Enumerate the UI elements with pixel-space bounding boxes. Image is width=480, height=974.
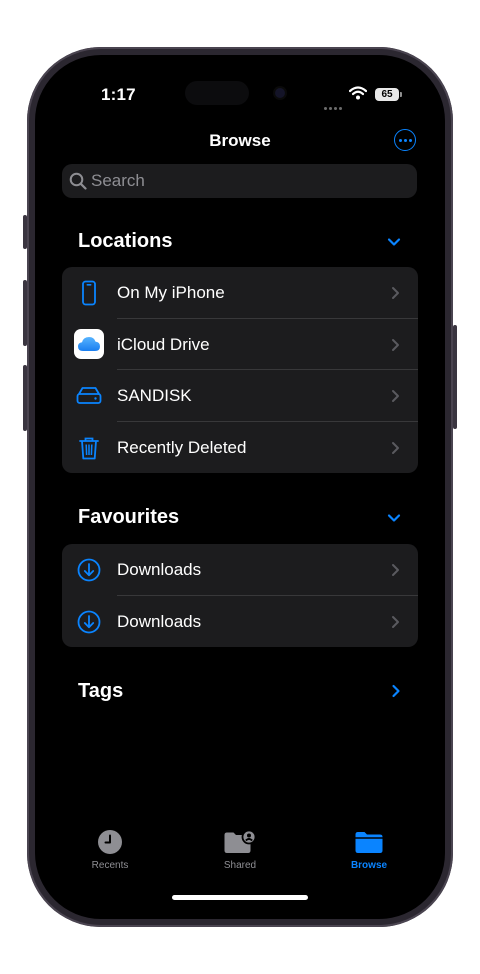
power-button bbox=[453, 325, 457, 429]
tab-browse[interactable]: Browse bbox=[314, 828, 424, 871]
screen: 1:17 65 Browse Locations bbox=[35, 55, 445, 919]
chevron-right-icon bbox=[392, 390, 399, 402]
tab-recents[interactable]: Recents bbox=[55, 828, 165, 871]
search-input[interactable] bbox=[91, 164, 391, 198]
location-icloud-drive[interactable]: iCloud Drive bbox=[62, 319, 418, 370]
iphone-icon bbox=[75, 279, 103, 307]
favourites-list: Downloads Downloads bbox=[62, 544, 418, 647]
tab-label: Browse bbox=[350, 860, 388, 871]
location-label: Recently Deleted bbox=[117, 437, 247, 457]
location-on-my-iphone[interactable]: On My iPhone bbox=[62, 267, 418, 319]
chevron-right-icon bbox=[392, 615, 399, 628]
favourite-downloads[interactable]: Downloads bbox=[62, 596, 418, 648]
clock-icon bbox=[55, 828, 165, 856]
tab-label: Shared bbox=[223, 860, 257, 871]
chevron-down-icon[interactable] bbox=[387, 513, 401, 523]
chevron-right-icon bbox=[392, 338, 399, 351]
search-bar[interactable] bbox=[62, 164, 417, 198]
locations-header[interactable]: Locations bbox=[78, 230, 172, 253]
battery-icon: 65 bbox=[375, 88, 399, 101]
volume-up-button bbox=[23, 280, 27, 346]
status-bar: 1:17 65 bbox=[35, 55, 445, 115]
tab-shared[interactable]: Shared bbox=[185, 828, 295, 871]
cellular-signal-icon bbox=[324, 97, 344, 115]
chevron-right-icon bbox=[392, 564, 399, 576]
trash-icon bbox=[75, 434, 103, 462]
dynamic-island bbox=[185, 81, 249, 105]
favourites-header[interactable]: Favourites bbox=[78, 506, 179, 529]
chevron-right-icon[interactable] bbox=[391, 684, 401, 698]
tags-header[interactable]: Tags bbox=[78, 680, 123, 703]
volume-down-button bbox=[23, 365, 27, 431]
location-label: On My iPhone bbox=[117, 283, 225, 302]
favourite-label: Downloads bbox=[117, 560, 202, 579]
camera-icon bbox=[275, 88, 285, 98]
location-recently-deleted[interactable]: Recently Deleted bbox=[62, 422, 418, 474]
wifi-icon bbox=[349, 86, 367, 100]
status-time: 1:17 bbox=[101, 85, 136, 104]
search-icon bbox=[69, 172, 87, 190]
chevron-down-icon[interactable] bbox=[387, 237, 401, 247]
home-indicator[interactable] bbox=[172, 895, 308, 900]
more-options-button[interactable] bbox=[394, 129, 416, 151]
action-button bbox=[23, 215, 27, 249]
page-title: Browse bbox=[209, 131, 271, 150]
location-label: SANDISK bbox=[117, 386, 192, 405]
shared-folder-icon bbox=[185, 828, 295, 856]
location-sandisk[interactable]: SANDISK bbox=[62, 370, 418, 422]
chevron-right-icon bbox=[392, 441, 399, 454]
battery-tip bbox=[400, 92, 402, 97]
tab-bar: Recents Shared Browse bbox=[35, 828, 445, 888]
tab-label: Recents bbox=[91, 860, 129, 871]
icloud-icon bbox=[74, 328, 104, 359]
folder-icon bbox=[314, 828, 424, 856]
location-label: iCloud Drive bbox=[117, 334, 210, 354]
download-icon bbox=[75, 608, 103, 636]
chevron-right-icon bbox=[392, 287, 399, 299]
locations-list: On My iPhone iCloud Drive SANDISK Recent… bbox=[62, 267, 418, 473]
favourite-label: Downloads bbox=[117, 611, 202, 631]
download-icon bbox=[75, 556, 103, 584]
favourite-downloads[interactable]: Downloads bbox=[62, 544, 418, 596]
external-drive-icon bbox=[75, 382, 103, 410]
